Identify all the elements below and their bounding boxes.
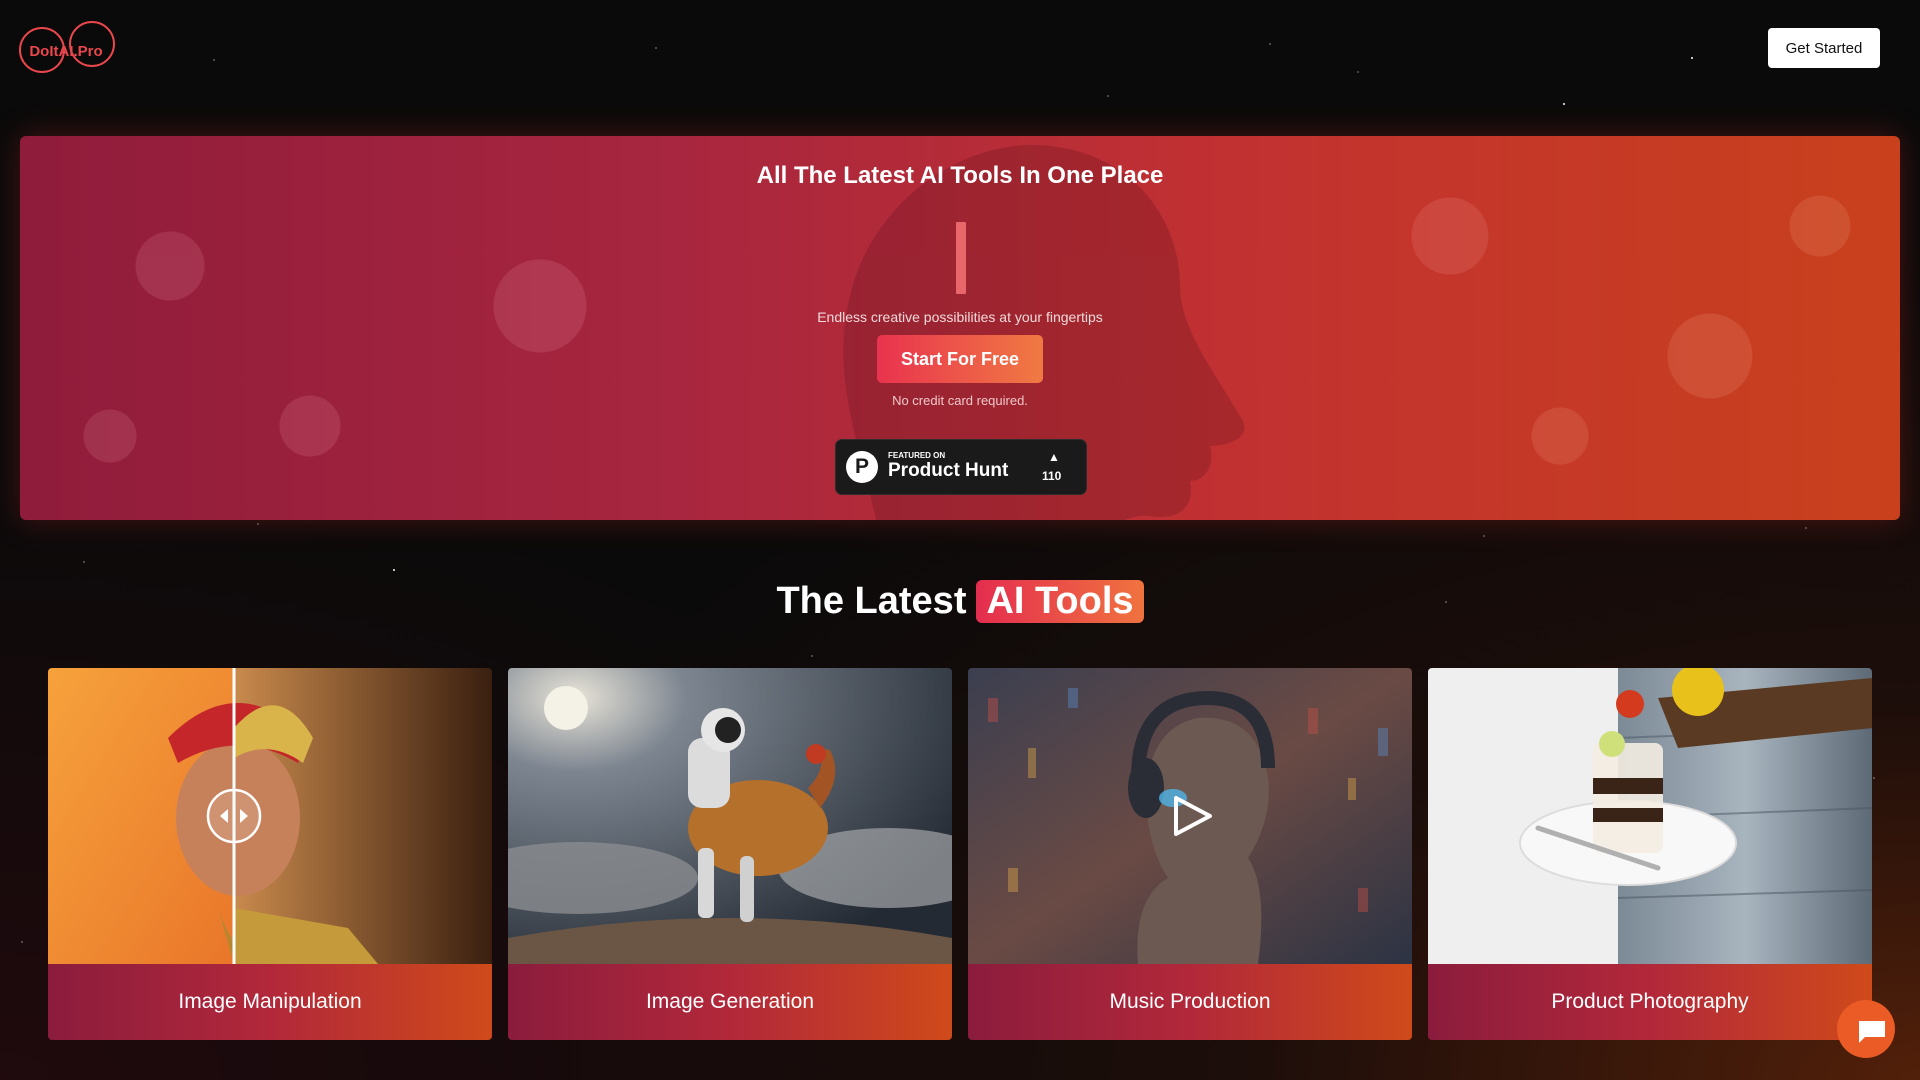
image-manipulation-preview xyxy=(48,668,492,964)
get-started-button[interactable]: Get Started xyxy=(1768,28,1880,68)
section-title: The Latest AI Tools xyxy=(0,580,1920,623)
product-hunt-logo-icon: P xyxy=(846,451,878,483)
upvote-count: 110 xyxy=(1042,469,1062,483)
section-title-plain: The Latest xyxy=(776,580,967,622)
card-label: Music Production xyxy=(968,964,1412,1040)
typing-cursor xyxy=(956,222,966,294)
card-label: Product Photography xyxy=(1428,964,1872,1040)
hero-tagline: Endless creative possibilities at your f… xyxy=(817,309,1103,325)
card-label: Image Generation xyxy=(508,964,952,1040)
product-hunt-featured-label: FEATURED ON xyxy=(888,451,946,460)
tool-card-music-production[interactable]: Music Production xyxy=(968,668,1412,1040)
start-for-free-button[interactable]: Start For Free xyxy=(877,335,1043,383)
product-hunt-name: Product Hunt xyxy=(888,460,1009,481)
section-title-highlight: AI Tools xyxy=(976,580,1144,623)
tool-card-image-generation[interactable]: Image Generation xyxy=(508,668,952,1040)
no-credit-card-note: No credit card required. xyxy=(892,393,1028,408)
hero-title: All The Latest AI Tools In One Place xyxy=(756,162,1164,189)
music-production-preview xyxy=(968,668,1412,964)
upvote-arrow-icon: ▲ xyxy=(1048,450,1060,464)
logo[interactable]: DoItAI.Pro xyxy=(18,18,116,78)
logo-text: DoItAI.Pro xyxy=(29,43,102,60)
card-label: Image Manipulation xyxy=(48,964,492,1040)
tool-card-image-manipulation[interactable]: Image Manipulation xyxy=(48,668,492,1040)
chat-button[interactable] xyxy=(1837,1000,1895,1058)
chat-icon xyxy=(1859,1021,1885,1043)
product-photography-preview xyxy=(1428,668,1872,964)
tool-card-product-photography[interactable]: Product Photography xyxy=(1428,668,1872,1040)
image-generation-preview xyxy=(508,668,952,964)
product-hunt-badge[interactable]: P FEATURED ON Product Hunt ▲ 110 xyxy=(835,439,1087,495)
hero-banner: All The Latest AI Tools In One Place End… xyxy=(20,136,1900,520)
